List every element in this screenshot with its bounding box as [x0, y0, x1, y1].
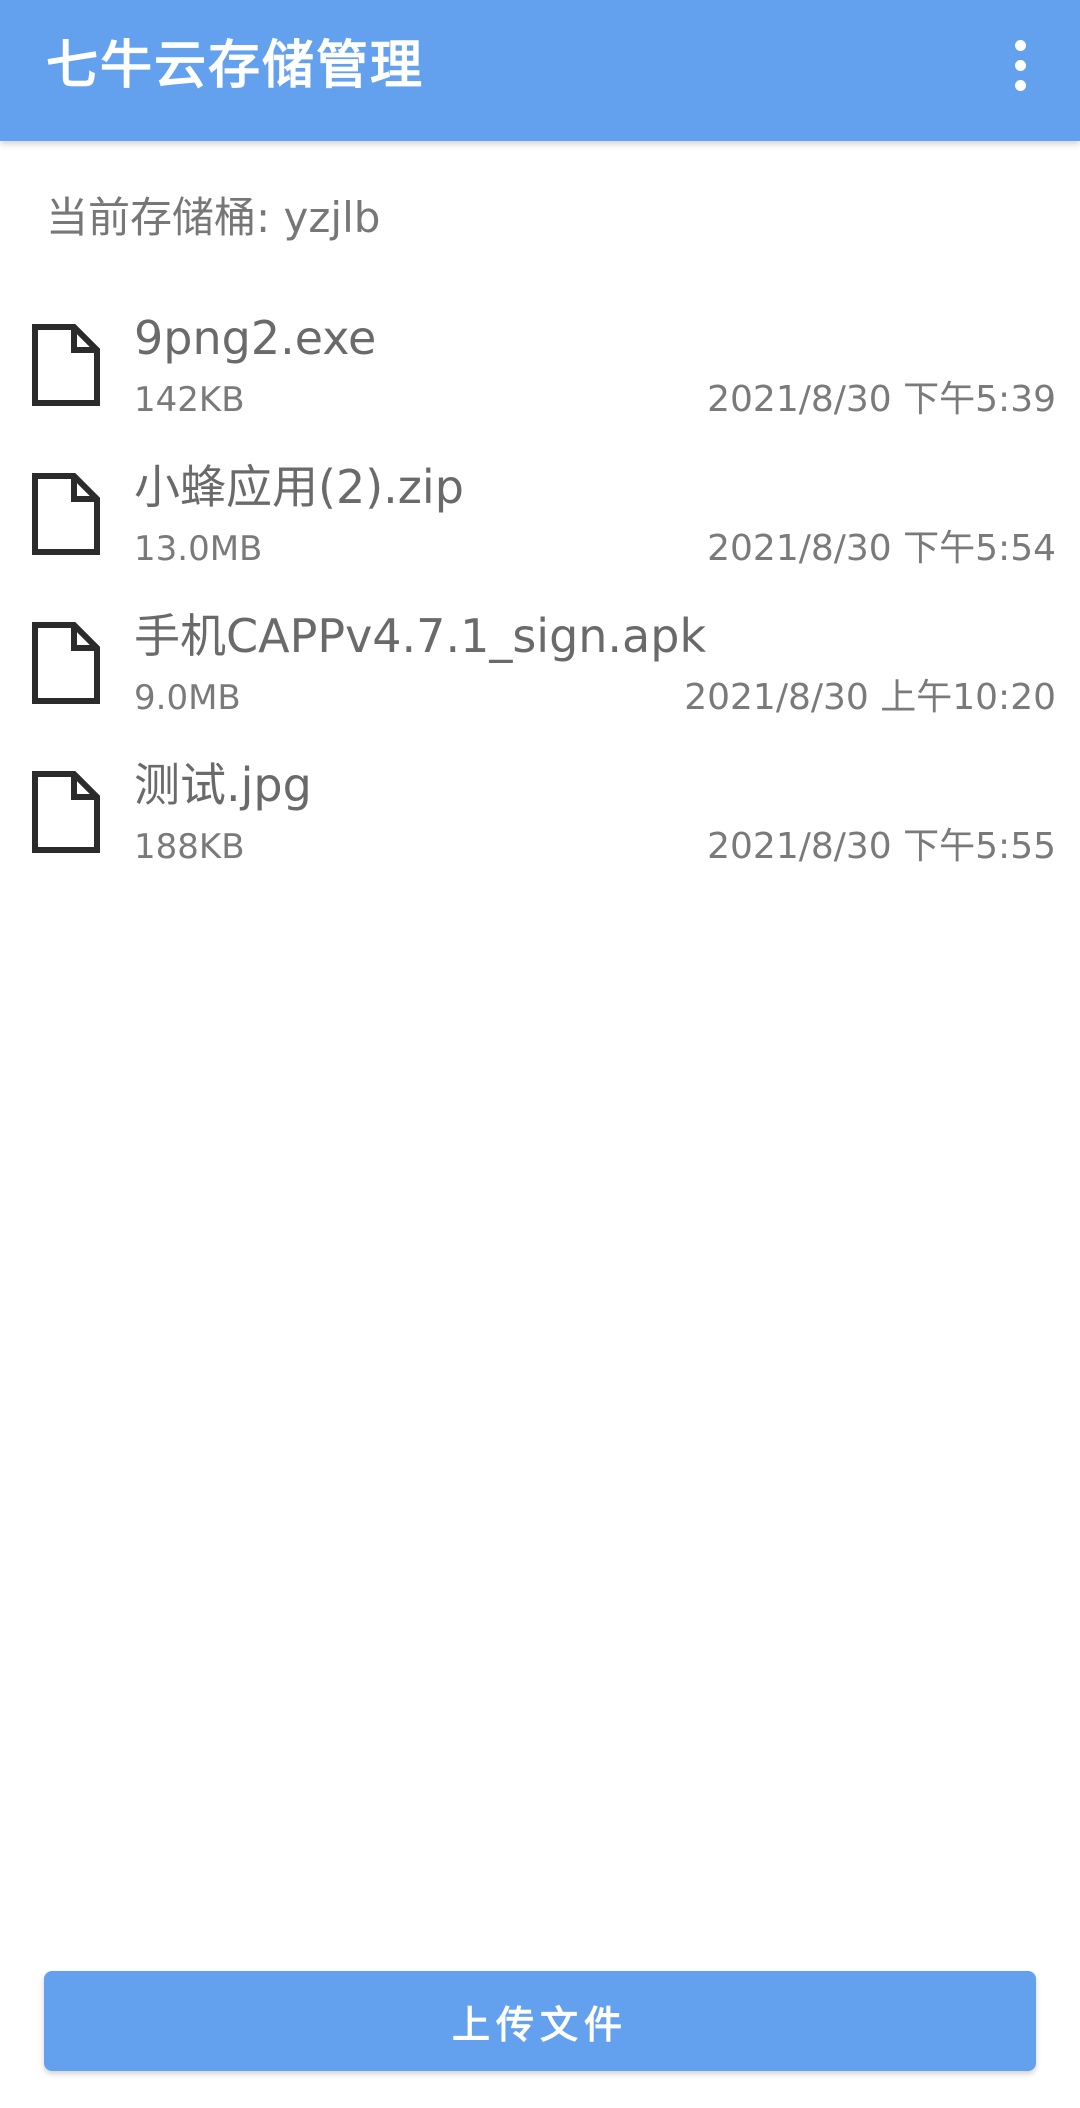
- file-name: 手机CAPPv4.7.1_sign.apk: [134, 609, 707, 663]
- upload-button-label: 上传文件: [451, 2002, 628, 2047]
- file-date: 2021/8/30 下午5:55: [707, 826, 1056, 867]
- file-icon: [32, 622, 100, 704]
- more-vert-icon: [1014, 59, 1026, 71]
- more-vert-icon: [1014, 79, 1026, 91]
- file-icon: [32, 771, 100, 853]
- file-icon: [32, 473, 100, 555]
- file-list-item[interactable]: 小蜂应用(2).zip 13.0MB 2021/8/30 下午5:54: [0, 449, 1080, 598]
- file-name: 9png2.exe: [134, 311, 377, 365]
- app-title: 七牛云存储管理: [46, 36, 425, 96]
- file-date: 2021/8/30 上午10:20: [684, 677, 1056, 718]
- file-size: 9.0MB: [134, 678, 241, 718]
- file-size: 13.0MB: [134, 529, 263, 569]
- file-size: 142KB: [134, 380, 245, 420]
- app-bar: 七牛云存储管理: [0, 0, 1080, 141]
- file-list-item[interactable]: 9png2.exe 142KB 2021/8/30 下午5:39: [0, 300, 1080, 449]
- upload-file-button[interactable]: 上传文件: [44, 1971, 1036, 2071]
- file-name: 小蜂应用(2).zip: [134, 460, 464, 514]
- file-date: 2021/8/30 下午5:39: [707, 379, 1056, 420]
- more-options-button[interactable]: [990, 30, 1050, 100]
- more-vert-icon: [1014, 39, 1026, 51]
- current-bucket-label: 当前存储桶: yzjlb: [46, 193, 381, 242]
- file-size: 188KB: [134, 827, 245, 867]
- file-date: 2021/8/30 下午5:54: [707, 528, 1056, 569]
- file-list: 9png2.exe 142KB 2021/8/30 下午5:39 小蜂应用(2)…: [0, 300, 1080, 896]
- file-name: 测试.jpg: [134, 758, 312, 812]
- file-list-item[interactable]: 手机CAPPv4.7.1_sign.apk 9.0MB 2021/8/30 上午…: [0, 598, 1080, 747]
- file-list-item[interactable]: 测试.jpg 188KB 2021/8/30 下午5:55: [0, 747, 1080, 896]
- file-icon: [32, 324, 100, 406]
